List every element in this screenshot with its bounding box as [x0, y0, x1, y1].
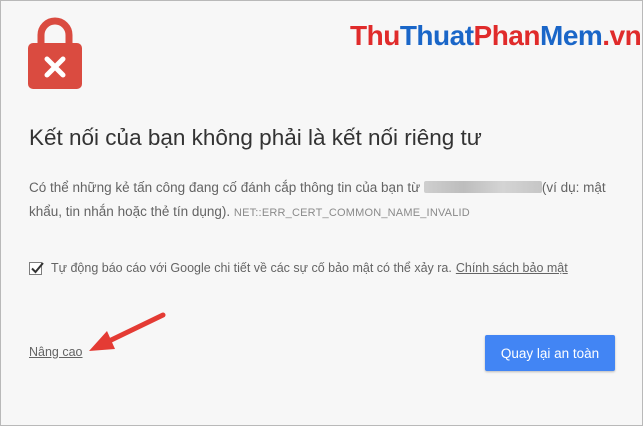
report-row: Tự động báo cáo với Google chi tiết về c… — [29, 261, 568, 275]
page-title: Kết nối của bạn không phải là kết nối ri… — [29, 125, 482, 150]
interstitial-page: ThuThuatPhanMem.vn Kết nối của bạn không… — [0, 0, 643, 426]
watermark-part-5: .vn — [602, 20, 642, 51]
description-text-before: Có thể những kẻ tấn công đang cố đánh cắ… — [29, 180, 424, 195]
advanced-link[interactable]: Nâng cao — [29, 345, 83, 359]
checkmark-icon — [31, 261, 44, 273]
error-code: NET::ERR_CERT_COMMON_NAME_INVALID — [233, 207, 470, 219]
privacy-policy-link[interactable]: Chính sách bảo mật — [456, 261, 568, 275]
back-to-safety-button[interactable]: Quay lại an toàn — [485, 335, 615, 371]
redacted-hostname — [423, 181, 542, 193]
watermark-part-2: Thuat — [399, 20, 474, 51]
watermark-part-3: Phan — [473, 20, 541, 51]
lock-error-icon — [28, 15, 82, 89]
report-checkbox[interactable] — [29, 261, 44, 275]
red-arrow-annotation — [89, 312, 166, 351]
error-description: Có thể những kẻ tấn công đang cố đánh cắ… — [29, 176, 629, 225]
watermark-logo: ThuThuatPhanMem.vn — [350, 20, 642, 51]
watermark-part-1: Thu — [350, 20, 400, 51]
watermark-part-4: Mem — [540, 20, 603, 51]
report-label: Tự động báo cáo với Google chi tiết về c… — [51, 261, 452, 275]
